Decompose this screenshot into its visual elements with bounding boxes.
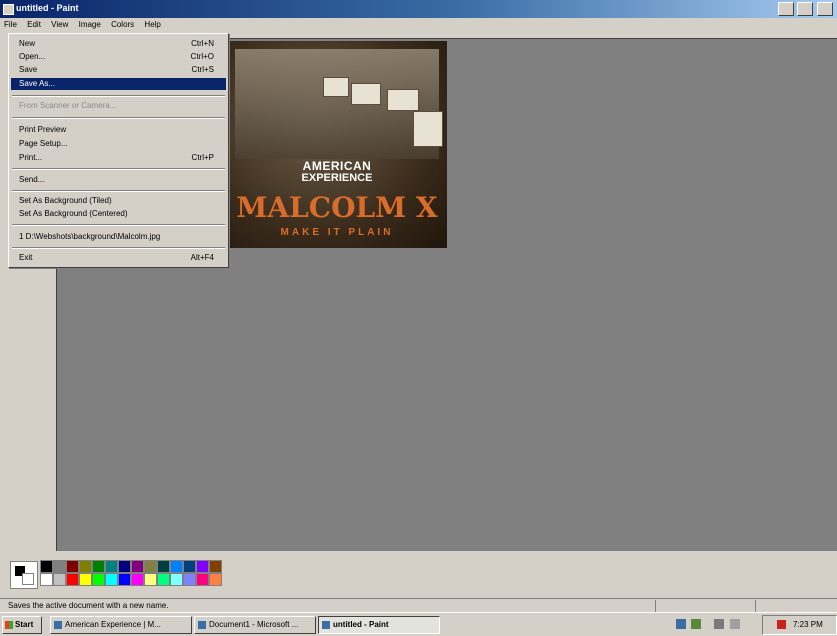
menu-item-background-centered[interactable]: Set As Background (Centered) bbox=[11, 208, 226, 220]
palette-swatch[interactable] bbox=[196, 560, 209, 573]
menu-view[interactable]: View bbox=[47, 18, 72, 31]
menu-help[interactable]: Help bbox=[140, 18, 164, 31]
menu-separator bbox=[12, 247, 225, 249]
menu-image[interactable]: Image bbox=[75, 18, 105, 31]
browser-icon bbox=[54, 621, 62, 629]
menu-file[interactable]: File bbox=[0, 18, 21, 31]
taskbar-button-paint[interactable]: untitled - Paint bbox=[318, 616, 440, 634]
tray-network-icon[interactable] bbox=[676, 619, 686, 629]
menu-item-print[interactable]: Print... Ctrl+P bbox=[11, 152, 226, 164]
menu-item-print-preview[interactable]: Print Preview bbox=[11, 124, 226, 136]
palette-swatch[interactable] bbox=[105, 560, 118, 573]
word-icon bbox=[198, 621, 206, 629]
protest-sign bbox=[351, 83, 381, 105]
palette-swatch[interactable] bbox=[183, 560, 196, 573]
menu-item-send[interactable]: Send... bbox=[11, 174, 226, 186]
window-controls bbox=[777, 2, 833, 16]
palette-swatch[interactable] bbox=[118, 573, 131, 586]
file-menu-dropdown: New Ctrl+N Open... Ctrl+O Save Ctrl+S Save … bbox=[8, 33, 229, 268]
menu-separator bbox=[12, 117, 225, 119]
window-title: untitled - Paint bbox=[16, 3, 79, 13]
palette-swatch[interactable] bbox=[40, 573, 53, 586]
palette-swatch[interactable] bbox=[66, 573, 79, 586]
palette-swatch[interactable] bbox=[118, 560, 131, 573]
palette-swatch[interactable] bbox=[131, 560, 144, 573]
palette-swatch[interactable] bbox=[92, 560, 105, 573]
palette-swatch[interactable] bbox=[209, 560, 222, 573]
palette-swatch[interactable] bbox=[79, 573, 92, 586]
image-headline: MALCOLM X bbox=[236, 191, 438, 224]
protest-sign bbox=[387, 89, 419, 111]
paint-app-icon[interactable] bbox=[3, 4, 14, 15]
menu-item-open[interactable]: Open... Ctrl+O bbox=[11, 51, 226, 63]
start-button[interactable]: Start bbox=[2, 616, 42, 634]
title-bar: untitled - Paint bbox=[0, 0, 837, 18]
menu-item-background-tiled[interactable]: Set As Background (Tiled) bbox=[11, 195, 226, 207]
palette-swatch[interactable] bbox=[53, 560, 66, 573]
palette-swatch[interactable] bbox=[170, 573, 183, 586]
menu-item-save[interactable]: Save Ctrl+S bbox=[11, 64, 226, 76]
menu-separator bbox=[12, 95, 225, 97]
palette-swatch[interactable] bbox=[183, 573, 196, 586]
background-color[interactable] bbox=[22, 573, 34, 585]
menu-item-page-setup[interactable]: Page Setup... bbox=[11, 138, 226, 150]
close-button[interactable] bbox=[817, 2, 833, 16]
system-tray: 7:23 PM bbox=[762, 615, 837, 635]
palette-swatch[interactable] bbox=[105, 573, 118, 586]
menu-item-recent-file[interactable]: 1 D:\Webshots\background\Malcolm.jpg bbox=[11, 231, 226, 243]
menu-item-save-as[interactable]: Save As... bbox=[11, 78, 226, 90]
menu-separator bbox=[12, 168, 225, 170]
protest-sign bbox=[413, 111, 443, 147]
image-tagline: MAKE IT PLAIN bbox=[280, 227, 394, 238]
status-text: Saves the active document with a new nam… bbox=[8, 601, 169, 610]
maximize-button[interactable] bbox=[797, 2, 814, 16]
palette-swatch[interactable] bbox=[79, 560, 92, 573]
paint-icon bbox=[322, 621, 330, 629]
menu-separator bbox=[12, 224, 225, 226]
taskbar-button-browser[interactable]: American Experience | M... bbox=[50, 616, 192, 634]
palette-swatch[interactable] bbox=[144, 560, 157, 573]
color-palette bbox=[0, 552, 837, 594]
taskbar-button-word[interactable]: Document1 - Microsoft ... bbox=[194, 616, 316, 634]
palette-swatch[interactable] bbox=[66, 560, 79, 573]
palette-swatch[interactable] bbox=[131, 573, 144, 586]
windows-flag-icon bbox=[5, 621, 13, 629]
palette-swatch[interactable] bbox=[40, 560, 53, 573]
menu-separator bbox=[12, 190, 225, 192]
menu-bar: File Edit View Image Colors Help bbox=[0, 18, 837, 32]
tray-safely-remove-icon[interactable] bbox=[730, 619, 740, 629]
menu-edit[interactable]: Edit bbox=[23, 18, 45, 31]
palette-swatch[interactable] bbox=[157, 573, 170, 586]
protest-sign bbox=[323, 77, 349, 97]
current-colors[interactable] bbox=[10, 561, 38, 589]
palette-swatch[interactable] bbox=[144, 573, 157, 586]
brand-line-2: EXPERIENCE bbox=[301, 172, 373, 184]
brand-line-1: AMERICAN bbox=[302, 159, 372, 173]
canvas-image[interactable]: AMERICAN EXPERIENCE MALCOLM X MAKE IT PL… bbox=[227, 41, 447, 248]
menu-colors[interactable]: Colors bbox=[107, 18, 138, 31]
taskbar: Start American Experience | M... Documen… bbox=[0, 612, 837, 636]
palette-swatch[interactable] bbox=[92, 573, 105, 586]
palette-swatch[interactable] bbox=[170, 560, 183, 573]
menu-item-scanner: From Scanner or Camera... bbox=[19, 101, 117, 110]
menu-item-exit[interactable]: Exit Alt+F4 bbox=[11, 252, 226, 264]
palette-swatch[interactable] bbox=[53, 573, 66, 586]
palette-swatch[interactable] bbox=[196, 573, 209, 586]
palette-swatch[interactable] bbox=[209, 573, 222, 586]
palette-swatch[interactable] bbox=[157, 560, 170, 573]
tray-app-icon[interactable] bbox=[691, 619, 701, 629]
menu-item-new[interactable]: New Ctrl+N bbox=[11, 38, 226, 50]
tray-m-icon[interactable] bbox=[777, 620, 786, 629]
status-bar: Saves the active document with a new nam… bbox=[0, 598, 837, 613]
clock[interactable]: 7:23 PM bbox=[793, 620, 823, 629]
status-divider bbox=[755, 600, 756, 612]
tray-volume-icon[interactable] bbox=[714, 619, 724, 629]
minimize-button[interactable] bbox=[777, 2, 794, 16]
status-divider bbox=[655, 600, 656, 612]
